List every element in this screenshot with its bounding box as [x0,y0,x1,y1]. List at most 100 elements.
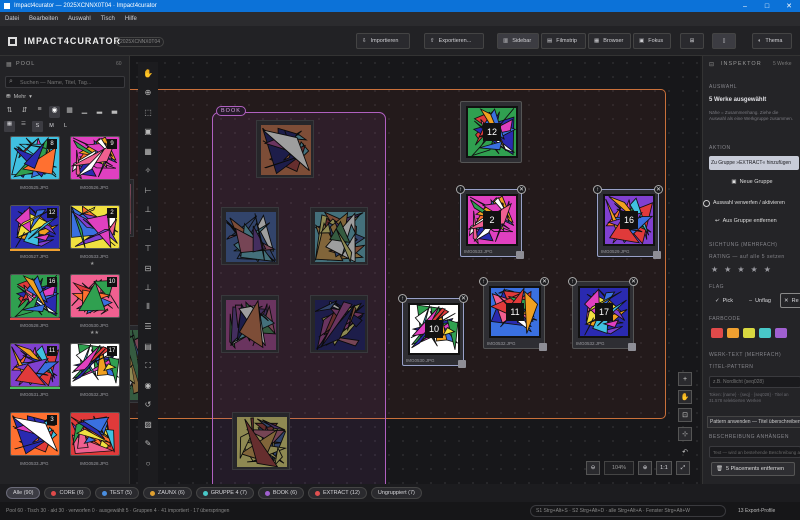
align-bottom-icon[interactable]: ⊥ [141,281,155,295]
sort-az-icon[interactable]: ≡ [34,106,45,118]
view-fokus-button[interactable]: ▣ Fokus [633,33,671,49]
canvas-image-muted[interactable] [256,120,314,178]
canvas-card[interactable]: 10 IMG0530.JPG ↑ ✕ [398,294,468,368]
distribute-v-icon[interactable]: ☰ [141,320,155,334]
maximize-icon[interactable]: □ [756,3,778,10]
canvas-image-muted[interactable] [232,412,290,470]
align-left-icon[interactable]: ⊢ [141,183,155,197]
apply-pattern-button[interactable]: Pattern anwenden — Titel überschreiben [707,416,800,428]
fullscreen-icon[interactable]: ⤢ [676,461,690,475]
pool-item[interactable]: 3 IMG0533.JPG [8,412,62,478]
discard-button[interactable]: Auswahl verwerfen / aktivieren [703,197,800,209]
extract-group-frame[interactable] [130,89,666,419]
panel-toggle-button[interactable]: ▯ [712,33,736,49]
star-icon[interactable]: ★ [751,265,758,274]
sort-size-icon[interactable]: ▁ [79,106,90,118]
grid-icon[interactable]: ▦ [141,144,155,158]
star-icon[interactable]: ★ [724,265,731,274]
star-icon[interactable]: ★ [737,265,744,274]
color-swatch[interactable] [727,328,739,338]
view-browser-button[interactable]: ▦ Browser [588,33,631,49]
star-icon[interactable]: ★ [764,265,771,274]
pool-item[interactable]: IMG0528.JPG [68,412,122,478]
menu-datei[interactable]: Datei [0,16,24,22]
canvas-card[interactable]: 17 IMG0532.JPG ↑ ✕ [568,277,638,351]
sort-asc-icon[interactable]: ⇅ [4,106,15,118]
group-chip[interactable]: ZAUNX (6) [142,487,192,499]
resize-handle[interactable] [628,343,636,351]
flag-unflag-button[interactable]: – Unflag [743,294,777,308]
pool-item[interactable]: 12 IMG0527.JPG [8,205,62,271]
group-chip[interactable]: TEST (5) [94,487,139,499]
canvas-card[interactable]: 12 [460,101,522,163]
pool-item[interactable]: 11 IMG0531.JPG [8,343,62,409]
add-to-group-button[interactable]: Zu Gruppe »EXTRACT« hinzufügen [709,156,799,170]
remove-handle-icon[interactable]: ✕ [459,294,468,303]
hand-icon[interactable]: ✋ [141,66,155,80]
image-icon[interactable]: ▨ [141,417,155,431]
search-input[interactable] [20,78,120,87]
align-top-icon[interactable]: ⊤ [141,242,155,256]
color-swatch[interactable] [743,328,755,338]
import-button[interactable]: ⇩ Importieren [356,33,410,49]
book-group-label[interactable]: BOOK [216,106,246,116]
info-handle-icon[interactable]: ↑ [398,294,407,303]
pool-item[interactable]: 2 IMG0533.JPG ★ [68,205,122,271]
undo-control[interactable]: ↶ [678,445,692,459]
group-chip[interactable]: EXTRACT (12) [307,487,367,499]
table-canvas[interactable]: BOOK 12 2 IMG0533.JPG ↑ ✕ 16 IMG0529.JPG ↑ ✕ 11 IM… [130,56,700,484]
zoom-icon[interactable]: ⊕ [141,86,155,100]
zoom-out-icon[interactable]: ⊖ [586,461,600,475]
pool-item[interactable]: 16 IMG0528.JPG [8,274,62,340]
fit-icon[interactable]: ⛶ [141,359,155,373]
color-swatch[interactable] [775,328,787,338]
zoom-fit-button[interactable]: 1:1 [656,461,672,475]
resize-handle[interactable] [458,360,466,368]
remove-placements-button[interactable]: 🗑 5 Placements entfernen [711,462,795,476]
select-icon[interactable]: ⬚ [141,105,155,119]
flag-pick-button[interactable]: ✓ Pick [709,294,739,308]
description-field[interactable]: Text — wird an bestehende Beschreibung a… [709,446,800,458]
camera-icon[interactable]: ◉ [141,378,155,392]
layout-toggle-button[interactable]: ⊞ [680,33,704,49]
title-pattern-field[interactable] [709,376,800,388]
grid-view-icon[interactable]: ▦ [4,121,15,132]
group-chip[interactable]: CORE (6) [44,487,91,499]
info-handle-icon[interactable]: ↑ [593,185,602,194]
circle-icon[interactable]: ○ [141,456,155,470]
pool-item[interactable]: 10 IMG0530.JPG ★★ [68,274,122,340]
hand-control[interactable]: ✋ [678,390,692,404]
canvas-card[interactable]: 2 IMG0533.JPG ↑ ✕ [456,185,526,259]
sort-group-icon[interactable]: ▃ [109,106,120,118]
canvas-card[interactable]: 16 IMG0529.JPG ↑ ✕ [593,185,663,259]
sort-rating-icon[interactable]: ◉ [49,106,60,118]
more-filter-button[interactable]: ⛃ Mehr ▾ [6,92,32,102]
distribute-h-icon[interactable]: ⦀ [141,300,155,314]
view-filmstrip-button[interactable]: ▤ Filmstrip [541,33,586,49]
minimize-icon[interactable]: – [734,3,756,10]
pool-search[interactable]: ⌕ [5,76,125,88]
pool-item[interactable]: 8 IMG0525.JPG [8,136,62,202]
resize-handle[interactable] [653,251,661,259]
group-chip[interactable]: Ungruppiert (7) [370,487,422,499]
zoom-in-icon[interactable]: ⊕ [638,461,652,475]
remove-from-group-button[interactable]: ↩ Aus Gruppe entfernen [715,215,777,227]
menu-bearbeiten[interactable]: Bearbeiten [24,16,63,22]
zoom-in-control[interactable]: + [678,372,692,386]
stack-icon[interactable]: ▤ [141,339,155,353]
canvas-image-muted[interactable] [221,295,279,353]
menu-auswahl[interactable]: Auswahl [63,16,96,22]
sort-desc-icon[interactable]: ⇵ [19,106,30,118]
info-handle-icon[interactable]: ↑ [568,277,577,286]
remove-handle-icon[interactable]: ✕ [540,277,549,286]
history-icon[interactable]: ↺ [141,398,155,412]
canvas-card[interactable]: 11 IMG0532.JPG ↑ ✕ [479,277,549,351]
flag-reject-button[interactable]: ✕ Re [780,293,800,308]
pin-icon[interactable]: ✎ [141,437,155,451]
menu-hilfe[interactable]: Hilfe [120,16,142,22]
size-l-button[interactable]: L [60,121,71,132]
new-group-button[interactable]: ▣ Neue Gruppe [709,176,795,188]
align-center-icon[interactable]: ⊥ [141,203,155,217]
menu-tisch[interactable]: Tisch [96,16,120,22]
arrange-control[interactable]: ⊹ [678,427,692,441]
